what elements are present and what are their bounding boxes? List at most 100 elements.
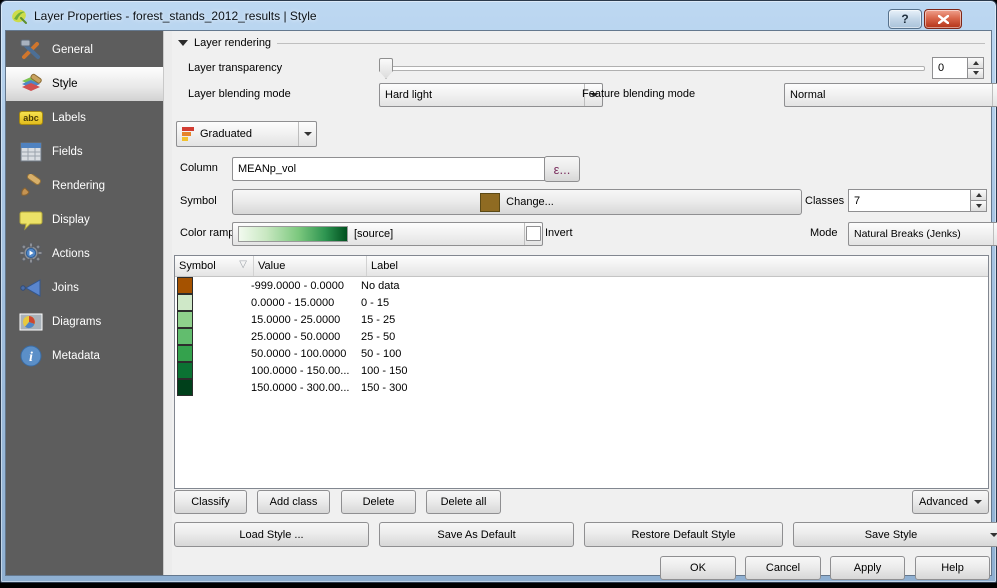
sidebar-item-style[interactable]: Style bbox=[6, 67, 163, 101]
table-row[interactable]: -999.0000 - 0.0000 No data bbox=[175, 277, 988, 294]
class-label: 0 - 15 bbox=[361, 297, 389, 309]
class-value: 50.0000 - 100.0000 bbox=[251, 348, 346, 360]
sidebar-item-diagrams[interactable]: Diagrams bbox=[6, 305, 163, 339]
classify-button[interactable]: Classify bbox=[174, 490, 247, 514]
mode-combo[interactable]: Natural Breaks (Jenks) bbox=[848, 222, 997, 246]
up-arrow-icon bbox=[973, 61, 979, 65]
class-value: -999.0000 - 0.0000 bbox=[251, 280, 344, 292]
transparency-slider[interactable] bbox=[379, 58, 925, 78]
ok-button[interactable]: OK bbox=[660, 556, 736, 580]
table-row[interactable]: 50.0000 - 100.0000 50 - 100 bbox=[175, 345, 988, 362]
help-button[interactable]: Help bbox=[915, 556, 990, 580]
symbol-label: Symbol bbox=[180, 190, 217, 212]
apply-button[interactable]: Apply bbox=[830, 556, 905, 580]
save-as-default-button[interactable]: Save As Default bbox=[379, 522, 574, 547]
combo-value: Hard light bbox=[385, 89, 432, 101]
paintbrush-icon bbox=[18, 173, 44, 199]
add-class-button[interactable]: Add class bbox=[257, 490, 330, 514]
sidebar-item-actions[interactable]: Actions bbox=[6, 237, 163, 271]
titlebar-close-button[interactable] bbox=[924, 9, 962, 29]
renderer-type-combo[interactable]: Graduated bbox=[176, 121, 317, 147]
symbol-change-button[interactable]: Change... bbox=[232, 189, 802, 215]
svg-text:i: i bbox=[29, 350, 33, 365]
abc-tag-icon: abc bbox=[18, 105, 44, 131]
classes-table[interactable]: Symbol ▽ Value Label -999.0000 - 0.0000 … bbox=[174, 255, 989, 489]
expression-builder-button[interactable]: ε... bbox=[544, 156, 580, 182]
down-arrow-icon bbox=[973, 71, 979, 75]
class-value: 0.0000 - 15.0000 bbox=[251, 297, 334, 309]
spin-down-button[interactable] bbox=[967, 69, 984, 80]
titlebar-help-button[interactable]: ? bbox=[888, 9, 922, 29]
table-row[interactable]: 25.0000 - 50.0000 25 - 50 bbox=[175, 328, 988, 345]
classes-value[interactable]: 7 bbox=[848, 189, 970, 212]
table-row[interactable]: 15.0000 - 25.0000 15 - 25 bbox=[175, 311, 988, 328]
sidebar-item-labels[interactable]: abc Labels bbox=[6, 101, 163, 135]
attribute-table-icon bbox=[18, 139, 44, 165]
feature-blend-mode-combo[interactable]: Normal bbox=[784, 83, 997, 107]
sidebar-item-joins[interactable]: Joins bbox=[6, 271, 163, 305]
collapse-triangle-icon bbox=[178, 40, 188, 46]
spin-up-button[interactable] bbox=[970, 189, 987, 201]
class-label: 15 - 25 bbox=[361, 314, 395, 326]
sidebar: General Style abc Labels bbox=[6, 31, 163, 575]
table-row[interactable]: 100.0000 - 150.00... 100 - 150 bbox=[175, 362, 988, 379]
column-combo[interactable]: MEANp_vol bbox=[232, 157, 563, 181]
titlebar[interactable]: Layer Properties - forest_stands_2012_re… bbox=[1, 1, 996, 30]
pie-diagram-icon bbox=[18, 309, 44, 335]
invert-label: Invert bbox=[545, 222, 573, 244]
slider-handle[interactable] bbox=[379, 58, 393, 79]
classes-spinbox[interactable]: 7 bbox=[848, 189, 987, 212]
advanced-button[interactable]: Advanced bbox=[912, 490, 989, 514]
transparency-value[interactable]: 0 bbox=[932, 57, 967, 79]
class-color-swatch[interactable] bbox=[177, 379, 193, 396]
up-arrow-icon bbox=[976, 193, 982, 197]
restore-default-style-button[interactable]: Restore Default Style bbox=[584, 522, 783, 547]
layer-blend-mode-combo[interactable]: Hard light bbox=[379, 83, 603, 107]
layer-properties-dialog: Layer Properties - forest_stands_2012_re… bbox=[0, 0, 997, 583]
transparency-label: Layer transparency bbox=[188, 57, 282, 79]
class-color-swatch[interactable] bbox=[177, 362, 193, 379]
class-color-swatch[interactable] bbox=[177, 311, 193, 328]
color-ramp-combo[interactable]: [source] bbox=[232, 222, 543, 246]
layer-rendering-group-header[interactable]: Layer rendering bbox=[178, 37, 985, 49]
class-value: 25.0000 - 50.0000 bbox=[251, 331, 340, 343]
column-header-symbol[interactable]: Symbol ▽ bbox=[175, 256, 254, 276]
class-label: 25 - 50 bbox=[361, 331, 395, 343]
class-color-swatch[interactable] bbox=[177, 328, 193, 345]
sidebar-item-metadata[interactable]: i Metadata bbox=[6, 339, 163, 373]
class-color-swatch[interactable] bbox=[177, 345, 193, 362]
table-row[interactable]: 150.0000 - 300.00... 150 - 300 bbox=[175, 379, 988, 396]
invert-checkbox[interactable] bbox=[526, 226, 541, 241]
class-color-swatch[interactable] bbox=[177, 294, 193, 311]
screenshot-stage: Layer Properties - forest_stands_2012_re… bbox=[0, 0, 997, 588]
sidebar-splitter[interactable] bbox=[163, 31, 172, 575]
column-header-label[interactable]: Label bbox=[367, 256, 988, 276]
chevron-down-icon bbox=[985, 523, 997, 546]
qgis-logo-icon bbox=[10, 7, 28, 25]
load-style-button[interactable]: Load Style ... bbox=[174, 522, 369, 547]
table-row[interactable]: 0.0000 - 15.0000 0 - 15 bbox=[175, 294, 988, 311]
graduated-icon bbox=[182, 127, 194, 141]
symbol-color-swatch bbox=[480, 193, 500, 212]
sidebar-item-label: Metadata bbox=[52, 350, 100, 362]
spin-up-button[interactable] bbox=[967, 57, 984, 69]
class-label: 150 - 300 bbox=[361, 382, 407, 394]
save-style-button[interactable]: Save Style bbox=[793, 522, 997, 547]
class-value: 15.0000 - 25.0000 bbox=[251, 314, 340, 326]
delete-button[interactable]: Delete bbox=[341, 490, 416, 514]
sidebar-item-general[interactable]: General bbox=[6, 33, 163, 67]
sidebar-item-rendering[interactable]: Rendering bbox=[6, 169, 163, 203]
sidebar-item-display[interactable]: Display bbox=[6, 203, 163, 237]
sidebar-item-fields[interactable]: Fields bbox=[6, 135, 163, 169]
class-label: 100 - 150 bbox=[361, 365, 407, 377]
transparency-spinbox[interactable]: 0 bbox=[932, 57, 984, 79]
group-divider bbox=[277, 43, 985, 44]
paint-style-icon bbox=[18, 71, 44, 97]
class-color-swatch[interactable] bbox=[177, 277, 193, 294]
delete-all-button[interactable]: Delete all bbox=[426, 490, 501, 514]
cancel-button[interactable]: Cancel bbox=[745, 556, 821, 580]
column-header-value[interactable]: Value bbox=[254, 256, 367, 276]
classes-label: Classes bbox=[805, 190, 844, 212]
spin-down-button[interactable] bbox=[970, 201, 987, 212]
join-arrow-icon bbox=[18, 275, 44, 301]
